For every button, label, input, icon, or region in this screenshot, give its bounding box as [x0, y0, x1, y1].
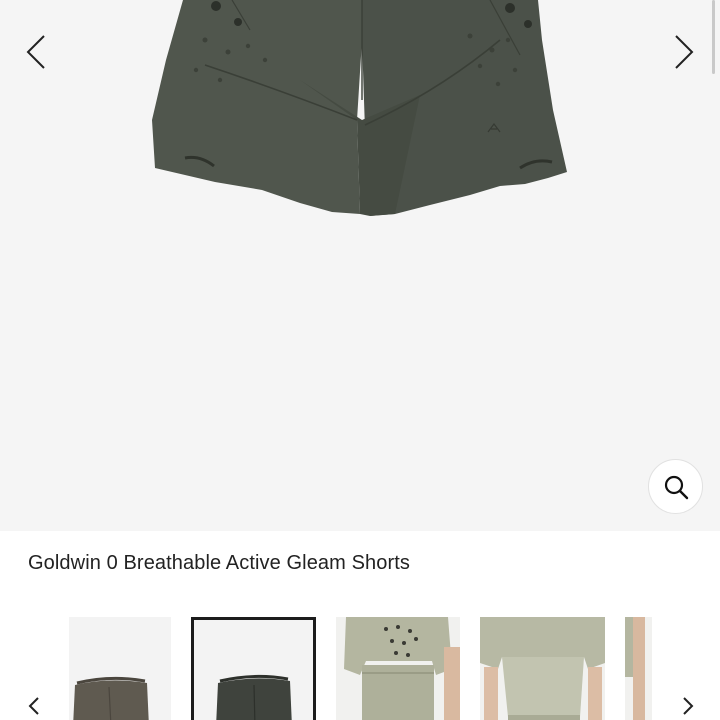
thumbnail-model-torso[interactable]: [480, 617, 605, 720]
chevron-left-icon: [26, 35, 45, 69]
product-title: Goldwin 0 Breathable Active Gleam Shorts: [28, 552, 410, 574]
previous-image-button[interactable]: [14, 28, 58, 76]
thumbnail-shorts-olive[interactable]: [69, 617, 171, 720]
magnifier-icon: [664, 475, 688, 499]
thumbnail-model-side[interactable]: [625, 617, 652, 720]
chevron-right-icon: [675, 35, 694, 69]
zoom-button[interactable]: [648, 459, 703, 514]
product-image-gallery[interactable]: [0, 0, 720, 531]
model-side-thumbnail: [625, 617, 652, 720]
next-image-button[interactable]: [662, 28, 706, 76]
thumbnail-shorts-charcoal[interactable]: [194, 617, 313, 720]
model-torso-thumbnail: [480, 617, 605, 720]
thumbnail-model-front[interactable]: [336, 617, 460, 720]
thumbnail-prev-button[interactable]: [22, 692, 46, 720]
thumbnail-next-button[interactable]: [676, 692, 700, 720]
chevron-right-icon: [683, 697, 694, 715]
shorts-product-photo: [152, 0, 567, 216]
chevron-left-icon: [28, 697, 39, 715]
scrollbar[interactable]: [712, 0, 715, 74]
thumbnail-strip: [0, 612, 720, 720]
model-front-thumbnail: [336, 617, 460, 720]
shorts-charcoal-thumbnail: [194, 617, 313, 720]
shorts-olive-thumbnail: [69, 617, 171, 720]
